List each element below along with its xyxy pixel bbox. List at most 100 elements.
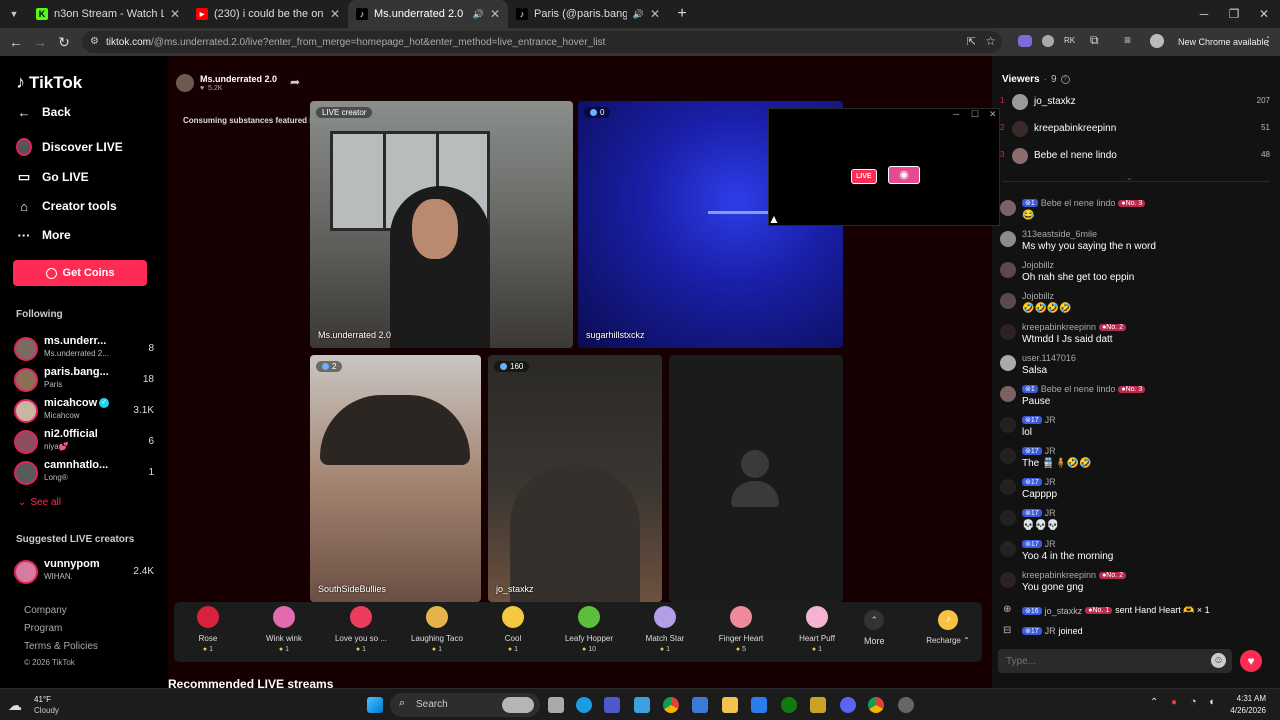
extension-2-icon[interactable] (1042, 35, 1054, 47)
gift-item-love-you[interactable]: Love you so ... 1 (329, 606, 393, 653)
browser-tab-1[interactable]: K n3on Stream - Watch Live on K ✕ (28, 0, 188, 28)
close-tab-icon[interactable]: ✕ (170, 7, 180, 21)
nav-creator-tools[interactable]: ⌂ Creator tools (16, 198, 117, 214)
send-heart-icon[interactable]: ♥ (1240, 650, 1262, 672)
forward-arrow-icon[interactable]: → (28, 30, 52, 54)
avatar[interactable] (1000, 448, 1016, 464)
footer-terms-link[interactable]: Terms & Policies (24, 641, 98, 652)
avatar[interactable] (1000, 541, 1016, 557)
app-icon[interactable] (898, 697, 914, 713)
avatar[interactable] (1000, 355, 1016, 371)
following-item[interactable]: ms.underr... Ms.underrated 2... 8 (14, 335, 154, 363)
collapse-viewers-icon[interactable]: ⌄ (1126, 173, 1133, 182)
emoji-icon[interactable]: ☺ (1211, 653, 1226, 668)
xbox-icon[interactable] (781, 697, 797, 713)
discord-icon[interactable]: ◉ (888, 166, 920, 184)
following-item[interactable]: micahcow ✓ Micahcow 3.1K (14, 397, 154, 425)
clock-time[interactable]: 4:31 AM (1226, 694, 1266, 703)
taskbar-search[interactable]: ⌕ Search (390, 693, 540, 717)
browser-tab-3[interactable]: ♪ Ms.underrated 2.0 (@ms.ur 🔊 ✕ (348, 0, 508, 28)
file-explorer-icon[interactable] (722, 697, 738, 713)
chat-username[interactable]: 313eastside_6mile (1022, 229, 1097, 239)
avatar[interactable] (1000, 200, 1016, 216)
store-icon[interactable] (692, 697, 708, 713)
top-viewer-row[interactable]: 2 kreepabinkreepinn 51 (1000, 119, 1270, 139)
media-controls-icon[interactable]: ≡ (1124, 33, 1131, 47)
bookmark-star-icon[interactable]: ☆ (985, 34, 996, 48)
chat-username[interactable]: user.1147016 (1022, 353, 1076, 363)
guest-video-tile[interactable]: 2 SouthSideBullies (310, 355, 481, 602)
gift-item-finger-heart[interactable]: Finger Heart 5 (709, 606, 773, 653)
chat-username[interactable]: JR (1045, 415, 1056, 425)
gift-item-leafy-hopper[interactable]: Leafy Hopper 10 (557, 606, 621, 653)
restore-window-icon[interactable]: ❐ (1218, 0, 1250, 28)
tiktok-logo[interactable]: ♪ TikTok (16, 72, 82, 93)
chat-username[interactable]: Jojobillz (1022, 291, 1054, 301)
app-icon[interactable] (810, 697, 826, 713)
tray-chevron-icon[interactable]: ⌃ (1150, 697, 1158, 708)
minimize-popup-icon[interactable]: ─ (953, 109, 959, 119)
close-tab-icon[interactable]: ✕ (330, 7, 340, 21)
footer-company-link[interactable]: Company (24, 605, 67, 616)
app-icon[interactable] (751, 697, 767, 713)
gift-item-wink-wink[interactable]: Wink wink 1 (252, 606, 316, 653)
reload-icon[interactable]: ↻ (52, 30, 76, 54)
close-tab-icon[interactable]: ✕ (650, 7, 660, 21)
clock-date[interactable]: 4/26/2026 (1224, 706, 1266, 715)
see-all-link[interactable]: ⌄ See all (18, 497, 61, 508)
suggested-item[interactable]: vunnypom WIHAN. 2.4K (14, 558, 154, 586)
empty-guest-slot[interactable] (669, 355, 843, 602)
avatar[interactable] (1000, 293, 1016, 309)
get-coins-button[interactable]: Get Coins (13, 260, 147, 286)
chat-username[interactable]: JR (1045, 539, 1056, 549)
weather-widget[interactable]: ☁ 41°F Cloudy (8, 693, 78, 717)
minimize-window-icon[interactable]: ─ (1188, 0, 1220, 28)
back-arrow-icon[interactable]: ← (4, 30, 28, 54)
gift-item-rose[interactable]: Rose 1 (176, 606, 240, 653)
close-window-icon[interactable]: ✕ (1248, 0, 1280, 28)
new-tab-button[interactable]: + (668, 0, 696, 28)
avatar[interactable] (1000, 231, 1016, 247)
nav-more[interactable]: ··· More (16, 227, 71, 243)
network-icon[interactable]: ◔ (1190, 696, 1197, 708)
gift-item-match-star[interactable]: Match Star 1 (633, 606, 697, 653)
browser-tab-2[interactable]: ▶ (230) i could be the one (Ambi ✕ (188, 0, 348, 28)
windows-start-icon[interactable] (367, 697, 383, 713)
avatar[interactable] (1000, 572, 1016, 588)
gift-item-laughing-taco[interactable]: Laughing Taco 1 (405, 606, 469, 653)
chat-username[interactable]: Bebe el nene lindo (1041, 384, 1116, 394)
top-viewer-row[interactable]: 3 Bebe el nene lindo 48 (1000, 146, 1270, 166)
following-item[interactable]: camnhatlo... Long® 1 (14, 459, 154, 487)
avatar[interactable] (1000, 324, 1016, 340)
extension-3-icon[interactable]: RK (1064, 36, 1075, 45)
gift-item-cool[interactable]: Cool 1 (481, 606, 545, 653)
chat-username[interactable]: kreepabinkreepinn (1022, 570, 1096, 580)
top-viewer-row[interactable]: 1 jo_staxkz 207 (1000, 92, 1270, 112)
close-popup-icon[interactable]: ✕ (989, 109, 997, 120)
share-icon[interactable]: ➦ (290, 75, 300, 89)
microphone-icon[interactable]: ● (1171, 697, 1177, 708)
avatar[interactable] (1000, 417, 1016, 433)
footer-program-link[interactable]: Program (24, 623, 62, 634)
browser-tab-4[interactable]: ♪ Paris (@paris.bangaa2) is LI 🔊 ✕ (508, 0, 668, 28)
back-button[interactable]: ← Back (16, 104, 71, 120)
avatar[interactable] (1000, 262, 1016, 278)
following-item[interactable]: ni2.0fficial niya💕 6 (14, 428, 154, 456)
new-chrome-available-button[interactable]: New Chrome available (1178, 37, 1269, 47)
task-view-icon[interactable] (548, 697, 564, 713)
mini-player-popup[interactable]: ─ ☐ ✕ LIVE ◉ (768, 108, 1000, 226)
avatar[interactable] (1000, 510, 1016, 526)
guest-video-tile[interactable]: 160 jo_staxkz (488, 355, 662, 602)
chat-username[interactable]: Bebe el nene lindo (1041, 198, 1116, 208)
chat-username[interactable]: JR (1045, 477, 1056, 487)
chat-username[interactable]: JR (1045, 446, 1056, 456)
address-bar[interactable]: ⚙ tiktok.com/@ms.underrated.2.0/live?ent… (82, 31, 1002, 53)
chat-input-box[interactable]: ☺ (998, 649, 1232, 673)
volume-icon[interactable]: ◖ (1208, 696, 1215, 708)
chrome-icon[interactable] (663, 697, 679, 713)
chat-username[interactable]: JR (1045, 508, 1056, 518)
speaker-icon[interactable]: 🔊 (473, 9, 484, 20)
tab-search-button[interactable]: ▼ (0, 0, 28, 28)
info-icon[interactable]: ? (1060, 75, 1070, 84)
extension-1-icon[interactable] (1018, 35, 1032, 47)
